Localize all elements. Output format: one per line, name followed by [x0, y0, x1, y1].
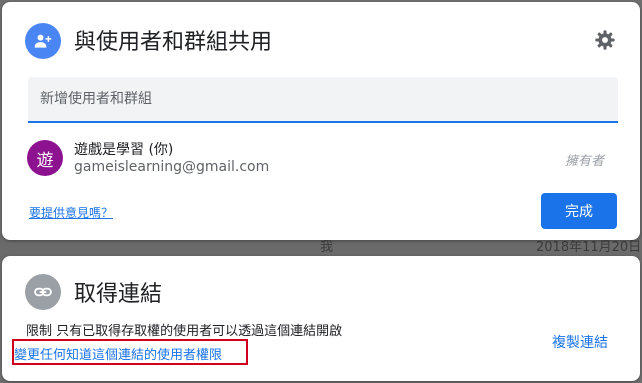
add-people-input[interactable] — [28, 77, 618, 121]
get-link-title: 取得連結 — [74, 282, 163, 307]
user-role-label: 擁有者 — [565, 154, 605, 169]
done-button[interactable]: 完成 — [541, 193, 617, 229]
change-link-permission-label: 變更任何知道這個連結的使用者權限 — [14, 348, 223, 363]
gear-icon[interactable] — [592, 27, 618, 53]
share-dialog-title: 與使用者和群組共用 — [74, 30, 273, 55]
change-link-permission-button[interactable]: 變更任何知道這個連結的使用者權限 — [12, 339, 248, 365]
feedback-link[interactable]: 要提供意見嗎？ — [29, 204, 113, 221]
avatar: 遊 — [27, 140, 63, 176]
user-name: 遊戲是學習 (你) — [74, 142, 174, 158]
copy-link-button[interactable]: 複製連結 — [552, 332, 608, 352]
add-people-field[interactable] — [28, 77, 618, 123]
person-add-icon — [25, 23, 61, 59]
user-email: gameislearning@gmail.com — [74, 159, 270, 175]
get-link-panel: 取得連結 限制 只有已取得存取權的使用者可以透過這個連結開啟 變更任何知道這個連… — [2, 256, 640, 381]
link-access-description: 限制 只有已取得存取權的使用者可以透過這個連結開啟 — [26, 324, 343, 339]
link-icon — [25, 274, 61, 310]
share-dialog: 與使用者和群組共用 遊 遊戲是學習 (你) gameislearning@gma… — [2, 2, 640, 240]
